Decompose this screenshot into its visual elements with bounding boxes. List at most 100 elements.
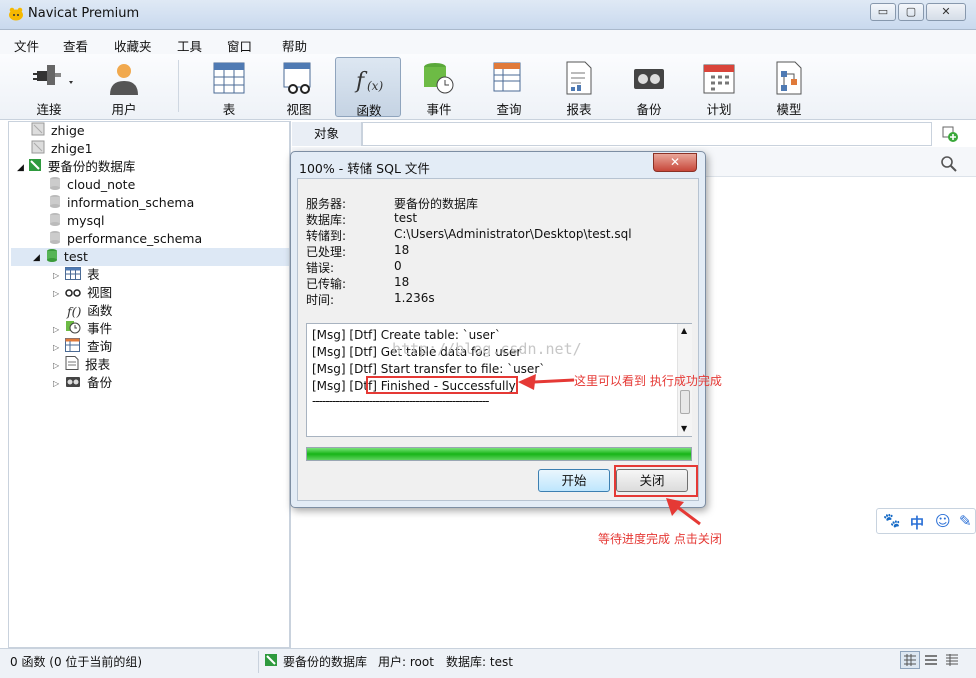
- tree-object-events[interactable]: ▷ 事件: [53, 320, 112, 338]
- pen-icon[interactable]: ✎: [959, 512, 972, 530]
- dump-sql-dialog: 100% - 转储 SQL 文件 ✕ 服务器: 要备份的数据库 数据库: test …: [290, 151, 706, 508]
- tab-objects[interactable]: 对象: [292, 122, 362, 146]
- menu-view[interactable]: 查看: [63, 36, 88, 55]
- table-icon: [65, 266, 82, 285]
- collapse-arrow-icon: ▷: [53, 342, 60, 352]
- maximize-button[interactable]: ▢: [898, 3, 924, 21]
- toolbar-report-label: 报表: [566, 102, 592, 117]
- status-database: 数据库: test: [446, 655, 513, 669]
- search-icon[interactable]: [940, 155, 958, 173]
- info-value: test: [394, 211, 418, 225]
- database-active-icon: [46, 248, 58, 267]
- tree-db-cloud-note[interactable]: cloud_note: [49, 176, 135, 194]
- tree-db-information-schema[interactable]: information_schema: [49, 194, 194, 212]
- menu-favorites[interactable]: 收藏夹: [114, 36, 152, 55]
- status-object-count: 0 函数 (0 位于当前的组): [10, 655, 143, 669]
- dialog-close-button[interactable]: ✕: [653, 153, 697, 172]
- toolbar-event-button[interactable]: 事件: [406, 57, 472, 117]
- scroll-down-icon[interactable]: ▼: [681, 424, 687, 433]
- toolbar-schedule-button[interactable]: 计划: [686, 57, 752, 117]
- toolbar-user-button[interactable]: 用户: [91, 57, 157, 117]
- expand-arrow-icon: ◢: [17, 162, 24, 173]
- new-tab-icon[interactable]: [940, 124, 960, 144]
- progress-fill: [307, 448, 691, 460]
- tree-object-queries[interactable]: ▷ 查询: [53, 338, 112, 356]
- tree-label: test: [63, 249, 88, 264]
- toolbar-function-label: 函数: [356, 103, 382, 118]
- menu-tools[interactable]: 工具: [177, 36, 202, 55]
- plug-icon: [33, 61, 73, 95]
- toolbar-function-button[interactable]: f (x) 函数: [335, 57, 401, 118]
- dialog-title: 100% - 转储 SQL 文件: [299, 161, 430, 176]
- toolbar-model-label: 模型: [776, 102, 802, 117]
- tree-connection-zhige[interactable]: zhige: [31, 122, 85, 140]
- list-view-icon[interactable]: [923, 652, 939, 668]
- database-icon: [49, 194, 61, 213]
- info-key: 时间:: [306, 293, 335, 307]
- tree-object-functions[interactable]: f() 函数: [67, 302, 112, 320]
- toolbar-query-label: 查询: [496, 102, 522, 117]
- tree-object-reports[interactable]: ▷ 报表: [53, 356, 110, 374]
- tree-object-tables[interactable]: ▷ 表: [53, 266, 100, 284]
- minimize-icon: ▭: [877, 5, 889, 18]
- tree-db-test[interactable]: ◢ test: [11, 248, 289, 266]
- svg-text:(x): (x): [367, 79, 383, 93]
- tree-db-performance-schema[interactable]: performance_schema: [49, 230, 202, 248]
- tree-object-backups[interactable]: ▷ 备份: [53, 374, 112, 392]
- status-connection: 要备份的数据库: [283, 655, 368, 669]
- paw-icon[interactable]: 🐾: [883, 513, 900, 529]
- tree-label: 视图: [87, 285, 113, 300]
- tree-db-mysql[interactable]: mysql: [49, 212, 105, 230]
- toolbar-query-button[interactable]: 查询: [476, 57, 542, 117]
- highlight-finished: [366, 376, 518, 394]
- tree-connection-zhige1[interactable]: zhige1: [31, 140, 93, 158]
- tree-label: 函数: [87, 303, 113, 318]
- backup-icon: [65, 375, 81, 393]
- user-icon: [108, 61, 140, 95]
- calendar-icon: [703, 61, 735, 95]
- info-key: 数据库:: [306, 213, 347, 227]
- toolbar-view-label: 视图: [286, 102, 312, 117]
- scroll-up-icon[interactable]: ▲: [681, 326, 687, 335]
- tree-connection-backup-db[interactable]: ◢ 要备份的数据库: [17, 158, 135, 176]
- main-toolbar: 连接 用户 表 视图 f (x) 函数 事件 查询 报表 备份 计划 模型: [0, 54, 976, 120]
- start-button[interactable]: 开始: [538, 469, 610, 492]
- function-icon: f(): [67, 303, 82, 319]
- tree-label: cloud_note: [67, 177, 136, 192]
- progress-bar: [306, 447, 692, 461]
- tab-strip: [362, 122, 932, 146]
- title-bar: Navicat Premium ▭ ▢ ✕: [0, 0, 976, 30]
- menu-window[interactable]: 窗口: [227, 36, 252, 55]
- svg-text:f: f: [354, 69, 368, 94]
- menu-help[interactable]: 帮助: [282, 36, 307, 55]
- emoji-icon[interactable]: ☺: [935, 512, 951, 530]
- close-window-button[interactable]: ✕: [926, 3, 966, 21]
- toolbar-report-button[interactable]: 报表: [546, 57, 612, 117]
- info-key: 转储到:: [306, 229, 347, 243]
- report-icon: [563, 61, 595, 95]
- annotation-arrow-icon: [666, 498, 701, 526]
- event-icon: [423, 61, 455, 95]
- toolbar-event-label: 事件: [426, 102, 452, 117]
- menu-file[interactable]: 文件: [14, 36, 39, 55]
- toolbar-backup-button[interactable]: 备份: [616, 57, 682, 117]
- detail-view-icon[interactable]: [944, 652, 960, 668]
- toolbar-connect-button[interactable]: 连接: [16, 57, 82, 117]
- ime-lang-toggle[interactable]: 中: [910, 513, 924, 533]
- tree-object-views[interactable]: ▷ 视图: [53, 284, 112, 302]
- annotation-close: 等待进度完成 点击关闭: [598, 532, 722, 546]
- toolbar-model-button[interactable]: 模型: [756, 57, 822, 117]
- toolbar-table-button[interactable]: 表: [196, 57, 262, 117]
- query-icon: [65, 338, 81, 357]
- database-icon: [49, 212, 61, 231]
- grid-view-icon[interactable]: [900, 651, 920, 669]
- function-icon: f (x): [353, 62, 385, 96]
- query-icon: [493, 61, 525, 95]
- scroll-thumb[interactable]: [680, 390, 690, 414]
- toolbar-view-button[interactable]: 视图: [266, 57, 332, 117]
- tree-label: performance_schema: [67, 231, 203, 246]
- collapse-arrow-icon: ▷: [53, 288, 60, 298]
- backup-icon: [633, 61, 665, 95]
- info-key: 服务器:: [306, 197, 347, 211]
- minimize-button[interactable]: ▭: [870, 3, 896, 21]
